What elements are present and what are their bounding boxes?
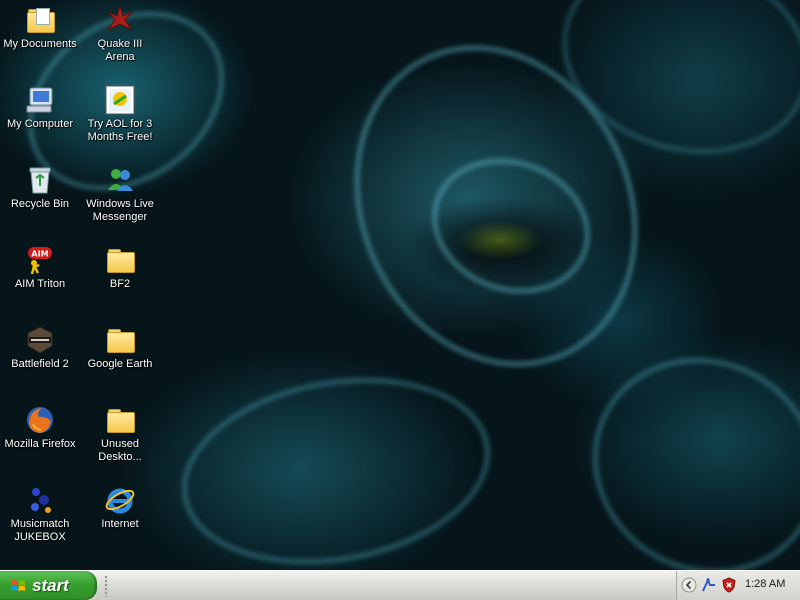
icon-label: Try AOL for 3 Months Free!	[87, 118, 153, 143]
messenger-icon	[104, 164, 136, 196]
aol-icon	[104, 84, 136, 116]
wallpaper-swirl	[552, 316, 800, 570]
desktop-icon-recycle-bin[interactable]: Recycle Bin	[0, 160, 80, 236]
folder-icon	[104, 324, 136, 356]
internet-explorer-icon	[104, 484, 136, 516]
desktop-icon-unused-desktop-shortcuts[interactable]: Unused Deskto...	[80, 400, 160, 476]
icon-label: Google Earth	[87, 358, 153, 370]
quick-launch-grip[interactable]	[104, 575, 108, 597]
desktop-icon-aim-triton[interactable]: AIM AIM Triton	[0, 240, 80, 316]
battlefield-icon	[24, 324, 56, 356]
chevron-left-icon[interactable]	[681, 577, 697, 593]
desktop-icon-google-earth[interactable]: Google Earth	[80, 320, 160, 396]
desktop-icon-internet[interactable]: Internet	[80, 480, 160, 556]
icon-label: Windows Live Messenger	[86, 198, 154, 223]
start-label: start	[32, 576, 69, 595]
taskbar: start 1:28 AM	[0, 570, 800, 600]
folder-icon	[104, 244, 136, 276]
desktop-icon-my-documents[interactable]: My Documents	[0, 0, 80, 76]
desktop-icon-quake-iii-arena[interactable]: Quake III Arena	[80, 0, 160, 76]
my-documents-icon	[24, 4, 56, 36]
shield-icon[interactable]	[721, 577, 737, 593]
system-tray: 1:28 AM	[676, 571, 800, 600]
desktop-icon-bf2[interactable]: BF2	[80, 240, 160, 316]
desktop-icon-mozilla-firefox[interactable]: Mozilla Firefox	[0, 400, 80, 476]
icon-label: Quake III Arena	[97, 38, 143, 63]
icon-label: Musicmatch JUKEBOX	[10, 518, 70, 543]
wallpaper-swirl	[166, 354, 506, 570]
icon-label: Mozilla Firefox	[4, 438, 76, 450]
desktop-icon-try-aol[interactable]: Try AOL for 3 Months Free!	[80, 80, 160, 156]
musicmatch-icon	[24, 484, 56, 516]
desktop-icon-my-computer[interactable]: My Computer	[0, 80, 80, 156]
my-computer-icon	[24, 84, 56, 116]
desktop[interactable]: My Documents Quake III Arena My Computer…	[0, 0, 800, 570]
icon-label: BF2	[109, 278, 131, 290]
svg-text:AIM: AIM	[31, 250, 48, 259]
icon-label: My Computer	[6, 118, 74, 130]
recycle-bin-icon	[24, 164, 56, 196]
icon-label: My Documents	[3, 38, 77, 50]
windows-flag-icon	[11, 580, 25, 592]
firefox-icon	[24, 404, 56, 436]
clock[interactable]: 1:28 AM	[745, 578, 785, 590]
icon-label: AIM Triton	[14, 278, 66, 290]
desktop-icon-windows-live-messenger[interactable]: Windows Live Messenger	[80, 160, 160, 236]
icon-label: Battlefield 2	[11, 358, 69, 370]
icon-label: Recycle Bin	[10, 198, 70, 210]
network-icon[interactable]	[701, 577, 717, 593]
quake-icon	[104, 4, 136, 36]
icon-label: Internet	[101, 518, 139, 530]
desktop-icon-battlefield-2[interactable]: Battlefield 2	[0, 320, 80, 396]
aim-icon: AIM	[24, 244, 56, 276]
start-button[interactable]: start	[0, 571, 97, 600]
desktop-icon-musicmatch-jukebox[interactable]: Musicmatch JUKEBOX	[0, 480, 80, 556]
icon-label: Unused Deskto...	[98, 438, 142, 463]
folder-icon	[104, 404, 136, 436]
